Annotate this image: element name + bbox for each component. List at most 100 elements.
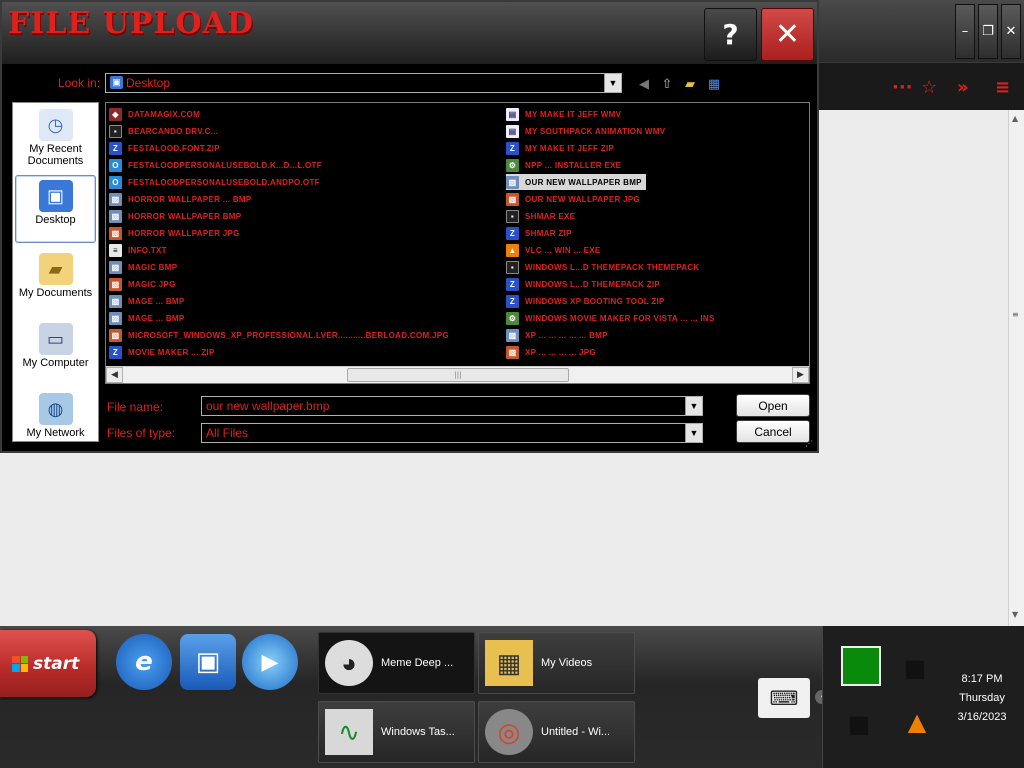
internet-explorer-icon[interactable]: e xyxy=(116,634,172,690)
file-item[interactable]: ⚙ WINDOWS MOVIE MAKER FOR VISTA ... ... I… xyxy=(506,310,715,326)
taskbar-button-label: Windows Tas... xyxy=(381,726,455,738)
look-in-value: Desktop xyxy=(126,76,171,90)
file-item[interactable]: Z WINDOWS L...D THEMEPACK ZIP xyxy=(506,276,660,292)
file-item[interactable]: ▤ MY SOUTHPACK ANIMATION WMV xyxy=(506,123,665,139)
file-item[interactable]: ▧ MAGIC JPG xyxy=(109,276,176,292)
file-item[interactable]: ⚙ NPP ... INSTALLER EXE xyxy=(506,157,621,173)
vlc-icon[interactable]: ▲ xyxy=(897,702,937,742)
taskbar-button-untitled[interactable]: ◎ Untitled - Wi... xyxy=(478,701,635,763)
file-item[interactable]: ▨ HORROR WALLPAPER BMP xyxy=(109,208,241,224)
more-icon[interactable]: ··· xyxy=(892,77,913,98)
file-item[interactable]: ▪ BEARCANDO DRV.C... xyxy=(109,123,218,139)
star-icon[interactable]: ☆ xyxy=(921,77,937,98)
file-list[interactable]: ◆ DATAMAGIX.COM ▪ BEARCANDO DRV.C... Z FESTAL… xyxy=(105,102,810,384)
file-item[interactable]: ◆ DATAMAGIX.COM xyxy=(109,106,200,122)
file-item[interactable]: Z MOVIE MAKER ... ZIP xyxy=(109,344,215,360)
file-item[interactable]: O FESTALOODPERSONALUSEBOLD.ANDPO.OTF xyxy=(109,174,320,190)
file-item[interactable]: Z FESTALOOD.FONT.ZIP xyxy=(109,140,220,156)
open-button[interactable]: Open xyxy=(736,394,810,417)
cancel-button[interactable]: Cancel xyxy=(736,420,810,443)
view-menu-icon[interactable]: ▦ xyxy=(706,76,722,92)
show-desktop-icon[interactable]: ▣ xyxy=(180,634,236,690)
file-name: DATAMAGIX.COM xyxy=(128,109,201,119)
resize-grip-icon[interactable]: ⋰ xyxy=(805,439,815,449)
jpg-file-icon: ▧ xyxy=(109,328,122,342)
file-item[interactable]: ≡ INFO.TXT xyxy=(109,242,167,258)
wmv-file-icon: ▤ xyxy=(506,124,519,138)
file-name: OUR NEW WALLPAPER JPG xyxy=(525,194,641,204)
file-name: MAGIC BMP xyxy=(128,262,178,272)
place-my-network[interactable]: ◍ My Network xyxy=(15,389,96,455)
place-desktop[interactable]: ▣ Desktop xyxy=(15,175,96,243)
horizontal-scrollbar[interactable]: ◀ ||| ▶ xyxy=(106,366,809,383)
taskbar-button-task-manager[interactable]: ∿ Windows Tas... xyxy=(318,701,475,763)
file-item[interactable]: ▨ MAGE ... BMP xyxy=(109,293,185,309)
scroll-left-icon[interactable]: ◀ xyxy=(106,367,123,383)
place-my-computer[interactable]: ▭ My Computer xyxy=(15,319,96,385)
cpu-meter-icon[interactable] xyxy=(841,646,881,686)
file-item[interactable]: ▧ MICROSOFT_WINDOWS_XP_PROFESSIONAL.LVER.… xyxy=(109,327,449,343)
media-player-icon[interactable]: ▶ xyxy=(242,634,298,690)
new-folder-icon[interactable]: ▰ xyxy=(682,76,698,92)
place-label: My Network xyxy=(26,427,85,439)
keyboard-icon[interactable]: ⌨ xyxy=(758,678,810,718)
file-item[interactable]: ▤ MY MAKE IT JEFF WMV xyxy=(506,106,621,122)
windows-flag-icon xyxy=(12,655,28,672)
clock[interactable]: 8:17 PM Thursday 3/16/2023 xyxy=(940,670,1024,727)
bmp-file-icon: ▨ xyxy=(109,311,122,325)
minimize-button[interactable]: – xyxy=(955,4,975,59)
scroll-up-icon[interactable]: ▲ xyxy=(1012,114,1018,123)
place-recent-documents[interactable]: ◷ My Recent Documents xyxy=(15,105,96,171)
back-icon[interactable]: ◀ xyxy=(636,76,652,92)
movie-maker-icon: ◎ xyxy=(485,709,533,755)
file-item[interactable]: ▧ XP ... ... ... ... JPG xyxy=(506,344,596,360)
file-item[interactable]: ▨ MAGE ... BMP xyxy=(109,310,185,326)
browser-scrollbar[interactable]: ▲ ≡ ▼ xyxy=(1008,110,1024,626)
overflow-icon[interactable]: » xyxy=(957,77,969,98)
close-button[interactable]: ✕ xyxy=(761,8,814,61)
otf-file-icon: O xyxy=(109,175,122,189)
menu-icon[interactable]: ≡ xyxy=(995,77,1010,98)
file-name: BEARCANDO DRV.C... xyxy=(128,126,219,136)
browser-toolbar: ··· ☆ » ≡ xyxy=(818,62,1024,110)
file-name: WINDOWS L...D THEMEPACK THEMEPACK xyxy=(525,262,700,272)
scroll-down-icon[interactable]: ▼ xyxy=(1012,610,1018,619)
close-browser-button[interactable]: ✕ xyxy=(1001,4,1021,59)
file-item[interactable]: ▨ MAGIC BMP xyxy=(109,259,177,275)
help-button[interactable]: ? xyxy=(704,8,757,61)
file-item[interactable]: ▧ OUR NEW WALLPAPER JPG xyxy=(506,191,640,207)
scroll-right-icon[interactable]: ▶ xyxy=(792,367,809,383)
chevron-down-icon[interactable]: ▼ xyxy=(685,424,702,442)
file-name-input[interactable]: our new wallpaper.bmp ▼ xyxy=(201,396,703,416)
camera-icon[interactable]: ■ xyxy=(895,648,935,688)
file-item[interactable]: Z SHMAR ZIP xyxy=(506,225,572,241)
file-item[interactable]: ▨ XP ... ... ... ... ... BMP xyxy=(506,327,608,343)
look-in-dropdown[interactable]: ▣ Desktop ▼ xyxy=(105,73,622,93)
camera-icon[interactable]: ■ xyxy=(839,704,879,744)
up-folder-icon[interactable]: ⇧ xyxy=(659,76,675,92)
file-item[interactable]: ▨ HORROR WALLPAPER ... BMP xyxy=(109,191,252,207)
txt-file-icon: ≡ xyxy=(109,243,122,257)
place-my-documents[interactable]: ▰ My Documents xyxy=(15,249,96,315)
clock-day: Thursday xyxy=(959,692,1005,704)
scroll-thumb[interactable]: ||| xyxy=(347,368,569,382)
file-item[interactable]: Z MY MAKE IT JEFF ZIP xyxy=(506,140,614,156)
file-item[interactable]: ▲ VLC ... WIN ... EXE xyxy=(506,242,601,258)
file-item[interactable]: Z WINDOWS XP BOOTING TOOL ZIP xyxy=(506,293,665,309)
file-item[interactable]: O FESTALOODPERSONALUSEBOLD.K...D...L.OTF xyxy=(109,157,322,173)
start-button[interactable]: start xyxy=(0,630,96,697)
restore-button[interactable]: ❐ xyxy=(978,4,998,59)
zip-file-icon: Z xyxy=(506,226,519,240)
file-item[interactable]: ▨ OUR NEW WALLPAPER BMP xyxy=(506,174,646,190)
taskbar-button-my-videos[interactable]: ▦ My Videos xyxy=(478,632,635,694)
my-documents-icon: ▰ xyxy=(38,253,73,285)
exe-file-icon: ⚙ xyxy=(506,311,519,325)
chevron-down-icon[interactable]: ▼ xyxy=(604,74,621,92)
jpg-file-icon: ▧ xyxy=(506,345,519,359)
file-item[interactable]: ▪ WINDOWS L...D THEMEPACK THEMEPACK xyxy=(506,259,700,275)
chevron-down-icon[interactable]: ▼ xyxy=(685,397,702,415)
file-item[interactable]: ▧ HORROR WALLPAPER JPG xyxy=(109,225,240,241)
file-item[interactable]: ▪ SHMAR EXE xyxy=(506,208,575,224)
taskbar-button-meme-deep[interactable]: ◕ Meme Deep ... xyxy=(318,632,475,694)
file-type-dropdown[interactable]: All Files ▼ xyxy=(201,423,703,443)
